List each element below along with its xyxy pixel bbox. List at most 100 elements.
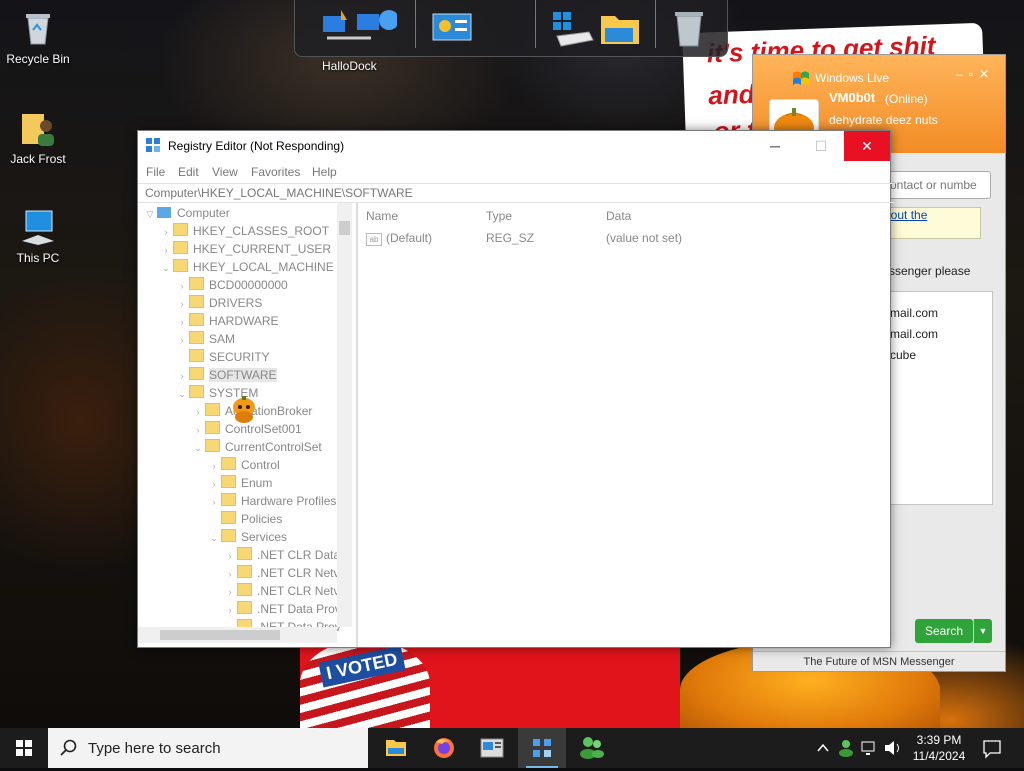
chevron-right-icon[interactable]: › bbox=[207, 475, 221, 493]
network-icon[interactable] bbox=[317, 6, 399, 50]
pane-splitter[interactable] bbox=[356, 203, 358, 647]
notice-line[interactable]: e bbox=[884, 223, 980, 238]
search-dropdown-button[interactable]: ▼ bbox=[973, 619, 992, 643]
tree-node-hardware[interactable]: › HARDWARE bbox=[175, 312, 279, 330]
menu-file[interactable]: File bbox=[146, 165, 165, 179]
value-row-type[interactable]: REG_SZ bbox=[486, 231, 534, 245]
contact-item[interactable]: mail.com bbox=[890, 306, 938, 320]
desktop-icon-jack-frost[interactable]: Jack Frost bbox=[0, 108, 76, 166]
chevron-right-icon[interactable]: › bbox=[159, 241, 173, 259]
taskbar-registry-editor[interactable] bbox=[518, 728, 566, 768]
scrollbar-thumb[interactable] bbox=[339, 221, 350, 235]
chevron-down-icon[interactable]: ⌄ bbox=[191, 439, 205, 457]
chevron-down-icon[interactable]: ⌄ bbox=[175, 385, 189, 403]
notification-icon[interactable] bbox=[980, 728, 1004, 768]
tree-node-service[interactable]: › .NET CLR Netv bbox=[223, 564, 339, 582]
chevron-right-icon[interactable]: › bbox=[175, 331, 189, 349]
address-bar[interactable]: Computer\HKEY_LOCAL_MACHINE\SOFTWARE bbox=[138, 183, 895, 203]
control-panel-icon[interactable] bbox=[429, 6, 477, 50]
drive-icon[interactable] bbox=[549, 6, 597, 50]
pumpkin-cursor-icon bbox=[229, 395, 259, 425]
chevron-right-icon[interactable]: › bbox=[175, 277, 189, 295]
title-bar[interactable]: Registry Editor (Not Responding) ─ ☐ ✕ bbox=[138, 131, 890, 161]
notice-banner[interactable]: bout the e bbox=[883, 207, 981, 239]
menu-favorites[interactable]: Favorites bbox=[251, 165, 300, 179]
value-row-name[interactable]: ab (Default) bbox=[366, 231, 432, 246]
search-button[interactable]: Search bbox=[915, 619, 973, 643]
tree-node-sam[interactable]: › SAM bbox=[175, 330, 235, 348]
chevron-right-icon[interactable]: › bbox=[175, 313, 189, 331]
tree-node-hkcu[interactable]: › HKEY_CURRENT_USER bbox=[159, 240, 331, 258]
network-icon[interactable] bbox=[860, 728, 880, 768]
desktop-icon-this-pc[interactable]: This PC bbox=[0, 207, 76, 265]
tree-node-service[interactable]: › .NET CLR Data bbox=[223, 546, 340, 564]
tray-messenger-icon[interactable] bbox=[836, 728, 856, 768]
contact-item[interactable]: cube bbox=[890, 348, 916, 362]
tree-node-security[interactable]: SECURITY bbox=[175, 348, 270, 366]
chevron-right-icon[interactable]: › bbox=[223, 601, 237, 619]
notice-line[interactable]: bout the bbox=[884, 208, 980, 223]
maximize-button[interactable]: ☐ bbox=[798, 131, 844, 161]
tree-vertical-scrollbar[interactable] bbox=[337, 203, 352, 627]
value-row-data[interactable]: (value not set) bbox=[606, 231, 682, 245]
tree-node-currentcontrolset[interactable]: ⌄ CurrentControlSet bbox=[191, 438, 322, 456]
tree-node-hkcr[interactable]: › HKEY_CLASSES_ROOT bbox=[159, 222, 329, 240]
column-header-type[interactable]: Type bbox=[486, 209, 512, 223]
taskbar-clock[interactable]: 3:39 PM 11/4/2024 bbox=[906, 732, 972, 764]
tree-node-services[interactable]: ⌄ Services bbox=[207, 528, 287, 546]
tree-node-enum[interactable]: › Enum bbox=[207, 474, 272, 492]
tree-node-software[interactable]: › SOFTWARE bbox=[175, 366, 277, 384]
taskbar-search-input[interactable]: Type here to search bbox=[48, 728, 368, 768]
chevron-right-icon[interactable]: › bbox=[223, 583, 237, 601]
tree-node-bcd[interactable]: › BCD00000000 bbox=[175, 276, 288, 294]
chevron-down-icon[interactable]: ▽ bbox=[143, 205, 157, 223]
chevron-right-icon[interactable]: › bbox=[207, 493, 221, 511]
taskbar-messenger[interactable] bbox=[568, 728, 616, 768]
chevron-right-icon[interactable]: › bbox=[223, 547, 237, 565]
scrollbar-thumb[interactable] bbox=[160, 630, 280, 640]
taskbar-firefox[interactable] bbox=[420, 728, 468, 768]
start-button[interactable] bbox=[0, 728, 48, 768]
menu-view[interactable]: View bbox=[212, 165, 238, 179]
tree-horizontal-scrollbar[interactable] bbox=[138, 627, 337, 643]
control-panel-icon bbox=[480, 738, 504, 758]
contact-item[interactable]: mail.com bbox=[890, 327, 938, 341]
status-dropdown[interactable]: (Online) bbox=[885, 92, 928, 106]
tree-node-computer[interactable]: ▽ Computer bbox=[143, 204, 230, 222]
tree-node-drivers[interactable]: › DRIVERS bbox=[175, 294, 262, 312]
contact-search-input[interactable]: ontact or numbe bbox=[883, 171, 991, 199]
close-button[interactable]: ✕ bbox=[844, 131, 890, 161]
desktop-icon-recycle-bin[interactable]: Recycle Bin bbox=[0, 8, 76, 66]
recycle-bin-icon[interactable] bbox=[669, 6, 717, 50]
tree-node-label: .NET CLR Data bbox=[257, 548, 341, 562]
show-hidden-icons-button[interactable] bbox=[814, 728, 832, 768]
tree-node-label: SAM bbox=[209, 332, 236, 346]
tree-node-policies[interactable]: Policies bbox=[207, 510, 282, 528]
tree-node-service[interactable]: › .NET Data Prov bbox=[223, 600, 341, 618]
taskbar-control-panel[interactable] bbox=[468, 728, 516, 768]
file-explorer-icon[interactable] bbox=[597, 6, 645, 50]
chevron-right-icon[interactable]: › bbox=[191, 421, 205, 439]
chevron-down-icon[interactable]: ⌄ bbox=[159, 259, 173, 277]
column-header-data[interactable]: Data bbox=[606, 209, 631, 223]
tree-node-service[interactable]: › .NET CLR Netv bbox=[223, 582, 339, 600]
menu-edit[interactable]: Edit bbox=[178, 165, 199, 179]
chevron-right-icon[interactable]: › bbox=[207, 457, 221, 475]
menu-help[interactable]: Help bbox=[312, 165, 337, 179]
chevron-down-icon[interactable]: ⌄ bbox=[207, 529, 221, 547]
chevron-right-icon[interactable]: › bbox=[175, 295, 189, 313]
chevron-right-icon[interactable]: › bbox=[191, 403, 205, 421]
chevron-right-icon[interactable]: › bbox=[159, 223, 173, 241]
chevron-right-icon[interactable]: › bbox=[223, 565, 237, 583]
messenger-window-controls[interactable]: –▫✕ bbox=[956, 67, 995, 81]
minimize-button[interactable]: ─ bbox=[752, 131, 798, 161]
personal-message[interactable]: dehydrate deez nuts bbox=[829, 113, 938, 127]
column-header-name[interactable]: Name bbox=[366, 209, 398, 223]
volume-icon[interactable] bbox=[882, 728, 902, 768]
tree-node-hklm[interactable]: ⌄ HKEY_LOCAL_MACHINE bbox=[159, 258, 334, 276]
taskbar-file-explorer[interactable] bbox=[372, 728, 420, 768]
messenger-message: ssenger please bbox=[889, 264, 971, 278]
chevron-right-icon[interactable]: › bbox=[175, 367, 189, 385]
tree-node-control[interactable]: › Control bbox=[207, 456, 280, 474]
tree-node-hardware-profiles[interactable]: › Hardware Profiles bbox=[207, 492, 336, 510]
